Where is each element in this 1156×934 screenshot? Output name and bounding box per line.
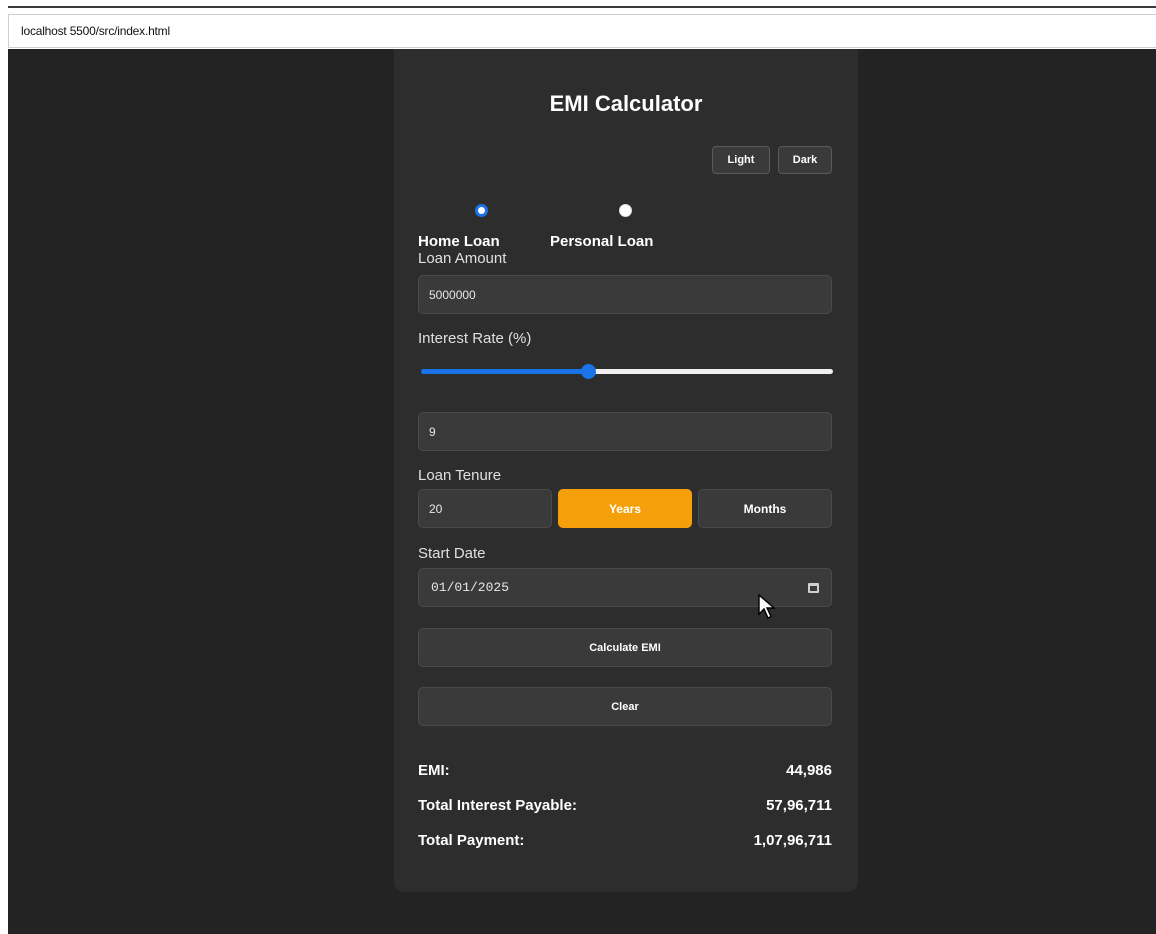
interest-rate-slider-track[interactable] — [589, 369, 833, 374]
calculate-emi-button[interactable]: Calculate EMI — [418, 628, 832, 667]
emi-label: EMI: — [418, 762, 450, 779]
clear-button[interactable]: Clear — [418, 687, 832, 726]
personal-loan-radio[interactable] — [619, 204, 632, 217]
total-payment-value: 1,07,96,711 — [753, 832, 832, 849]
address-bar[interactable]: localhost 5500/src/index.html — [8, 14, 1156, 48]
window-top-border — [8, 6, 1156, 8]
emi-value: 44,986 — [786, 762, 832, 779]
address-bar-url: localhost 5500/src/index.html — [21, 24, 170, 38]
mouse-cursor-icon — [758, 594, 776, 619]
page-viewport: EMI Calculator Light Dark Home Loan Pers… — [8, 49, 1156, 934]
tenure-months-button[interactable]: Months — [698, 489, 832, 528]
loan-amount-label: Loan Amount — [418, 250, 507, 267]
light-theme-button[interactable]: Light — [712, 146, 770, 174]
calendar-icon[interactable] — [808, 583, 819, 593]
total-payment-row: Total Payment: 1,07,96,711 — [418, 832, 832, 849]
tenure-years-button[interactable]: Years — [558, 489, 692, 528]
emi-result-row: EMI: 44,986 — [418, 762, 832, 779]
total-interest-value: 57,96,711 — [766, 797, 832, 814]
home-loan-label[interactable]: Home Loan — [418, 233, 500, 250]
start-date-label: Start Date — [418, 545, 486, 562]
interest-rate-input[interactable] — [418, 412, 832, 451]
personal-loan-label[interactable]: Personal Loan — [550, 233, 653, 250]
total-interest-row: Total Interest Payable: 57,96,711 — [418, 797, 832, 814]
start-date-value: 01/01/2025 — [431, 580, 510, 595]
interest-rate-slider-fill[interactable] — [421, 369, 589, 374]
loan-amount-input[interactable] — [418, 275, 832, 314]
emi-calculator-card: EMI Calculator Light Dark Home Loan Pers… — [394, 49, 858, 892]
home-loan-radio[interactable] — [475, 204, 488, 217]
total-payment-label: Total Payment: — [418, 832, 525, 849]
page-title: EMI Calculator — [549, 91, 703, 116]
loan-tenure-input[interactable] — [418, 489, 552, 528]
dark-theme-button[interactable]: Dark — [778, 146, 832, 174]
interest-rate-slider-thumb[interactable] — [581, 364, 596, 379]
interest-rate-label: Interest Rate (%) — [418, 330, 532, 347]
loan-tenure-label: Loan Tenure — [418, 467, 502, 484]
total-interest-label: Total Interest Payable: — [418, 797, 577, 814]
